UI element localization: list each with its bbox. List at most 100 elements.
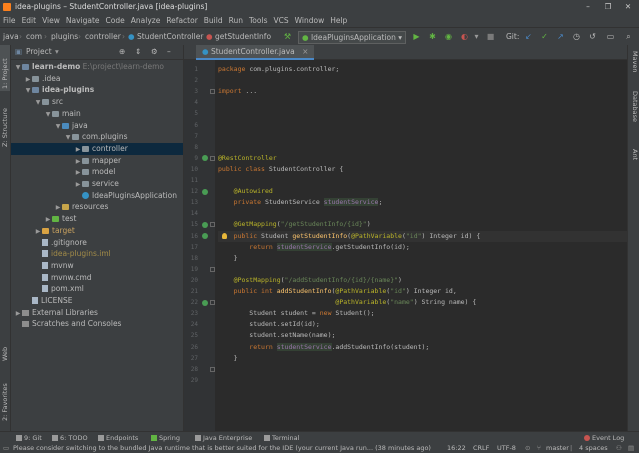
code-line[interactable] (218, 208, 627, 219)
git-update-icon[interactable]: ↙ (522, 30, 535, 43)
tree-item[interactable]: ▶ test (11, 213, 183, 225)
git-push-icon[interactable]: ↗ (554, 30, 567, 43)
debug-icon[interactable]: ✱ (426, 30, 439, 43)
intention-bulb-icon[interactable] (222, 233, 227, 239)
indent-setting[interactable]: 4 spaces (579, 444, 608, 453)
code-line[interactable]: } (218, 353, 627, 364)
spring-bean-gutter-icon[interactable] (202, 188, 208, 195)
code-line[interactable] (218, 175, 627, 186)
project-panel-title[interactable]: Project (26, 45, 52, 59)
code-line[interactable]: } (218, 253, 627, 264)
collapse-all-icon[interactable]: ⇕ (135, 45, 141, 59)
code-line[interactable]: public Student getStudentInfo(@PathVaria… (218, 230, 627, 242)
code-line[interactable]: @PathVariable("name") String name) { (218, 297, 627, 308)
breadcrumb-java[interactable]: java (3, 28, 19, 45)
fold-marker-icon[interactable] (210, 366, 215, 372)
spring-bean-gutter-icon[interactable] (202, 233, 208, 239)
tree-item[interactable]: ▶ mapper (11, 155, 183, 167)
tree-item[interactable]: ▼ idea-plugins (11, 84, 183, 96)
history-icon[interactable]: ◷ (570, 30, 583, 43)
tree-item[interactable]: ▼ com.plugins (11, 131, 183, 143)
tree-item[interactable]: idea-plugins.iml (11, 248, 183, 260)
code-line[interactable]: return studentService.addStudentInfo(stu… (218, 342, 627, 353)
tree-item[interactable]: ▶ target (11, 225, 183, 237)
tree-item[interactable]: LICENSE (11, 295, 183, 307)
endpoints-tool-button[interactable]: Endpoints (98, 432, 138, 444)
code-line[interactable] (218, 97, 627, 108)
code-line[interactable]: public class StudentController { (218, 164, 627, 175)
stop-icon[interactable]: ■ (484, 30, 497, 43)
menu-view[interactable]: View (39, 14, 63, 27)
git-commit-icon[interactable]: ✓ (538, 30, 551, 43)
code-line[interactable]: student.setId(id); (218, 319, 627, 330)
code-line[interactable]: @GetMapping("/getStudentInfo/{id}") (218, 219, 627, 230)
favorites-tool-tab[interactable]: 2: Favorites (0, 375, 10, 423)
ant-tool-tab[interactable]: Ant (628, 147, 639, 167)
spring-bean-gutter-icon[interactable] (202, 221, 208, 228)
code-line[interactable] (218, 131, 627, 142)
code-line[interactable]: Student student = new Student(); (218, 308, 627, 319)
memory-indicator-icon[interactable]: ▤ (628, 444, 634, 453)
code-line[interactable] (218, 108, 627, 119)
spring-tool-button[interactable]: Spring (151, 432, 180, 444)
breadcrumb-getstudentinfo[interactable]: getStudentInfo (215, 28, 271, 45)
menu-analyze[interactable]: Analyze (128, 14, 164, 27)
file-encoding[interactable]: UTF-8 (497, 444, 516, 453)
breadcrumb-plugins[interactable]: plugins (51, 28, 78, 45)
caret-position[interactable]: 16:22 (447, 444, 466, 453)
tree-item[interactable]: Scratches and Consoles (11, 318, 183, 330)
status-toggle-icon[interactable]: ▭ (3, 444, 9, 453)
tree-item[interactable]: pom.xml (11, 283, 183, 295)
menu-edit[interactable]: Edit (19, 14, 40, 27)
rollback-icon[interactable]: ↺ (586, 30, 599, 43)
menu-refactor[interactable]: Refactor (163, 14, 200, 27)
code-line[interactable] (218, 264, 627, 275)
chevron-down-icon[interactable]: ▾ (55, 45, 59, 59)
code-line[interactable] (218, 364, 627, 375)
git-branch[interactable]: master (546, 444, 569, 453)
code-line[interactable]: student.setName(name); (218, 330, 627, 341)
run-icon[interactable]: ▶ (410, 30, 423, 43)
menu-code[interactable]: Code (103, 14, 128, 27)
tree-item[interactable]: mvnw (11, 260, 183, 272)
java-enterprise-tool-button[interactable]: Java Enterprise (195, 432, 252, 444)
project-tool-tab[interactable]: 1: Project (0, 45, 10, 91)
minimize-button[interactable]: – (578, 0, 598, 14)
inspector-icon[interactable]: ⚇ (616, 444, 622, 453)
hide-panel-icon[interactable]: – (167, 45, 171, 59)
close-button[interactable]: ✕ (618, 0, 638, 14)
tree-item[interactable]: IdeaPluginsApplication (11, 190, 183, 202)
code-line[interactable]: public int addStudentInfo(@PathVariable(… (218, 286, 627, 297)
tree-item[interactable]: ▼ java (11, 120, 183, 132)
search-icon[interactable]: ⌕ (622, 30, 635, 43)
fold-marker-icon[interactable] (210, 155, 215, 161)
spring-bean-gutter-icon[interactable] (202, 299, 208, 306)
gear-icon[interactable]: ⚙ (151, 45, 158, 59)
tree-item[interactable]: ▶ External Libraries (11, 307, 183, 319)
breadcrumb-com[interactable]: com (26, 28, 42, 45)
tree-item[interactable]: ▼ src (11, 96, 183, 108)
maximize-button[interactable]: ❐ (598, 0, 618, 14)
terminal-tool-button[interactable]: Terminal (264, 432, 299, 444)
menu-build[interactable]: Build (201, 14, 226, 27)
build-hammer-icon[interactable]: ⚒ (281, 30, 294, 43)
code-line[interactable]: package com.plugins.controller; (218, 64, 627, 75)
chevron-down-icon[interactable]: ▾ (470, 30, 483, 43)
web-tool-tab[interactable]: Web (0, 341, 10, 363)
coverage-icon[interactable]: ◉ (442, 30, 455, 43)
locate-file-icon[interactable]: ⊕ (119, 45, 125, 59)
code-line[interactable]: import ... (218, 86, 627, 97)
maven-tool-tab[interactable]: Maven (628, 49, 639, 79)
tree-item[interactable]: mvnw.cmd (11, 272, 183, 284)
tree-item[interactable]: ▶ service (11, 178, 183, 190)
database-tool-tab[interactable]: Database (628, 89, 639, 131)
breadcrumb-controller[interactable]: controller (85, 28, 121, 45)
code-line[interactable]: @Autowired (218, 186, 627, 197)
event-log-button[interactable]: Event Log (584, 432, 624, 444)
code-line[interactable] (218, 75, 627, 86)
code-line[interactable] (218, 142, 627, 153)
fold-marker-icon[interactable] (210, 266, 215, 272)
tree-item[interactable]: ▶ model (11, 166, 183, 178)
code-line[interactable]: @PostMapping("/addStudentInfo/{id}/{name… (218, 275, 627, 286)
status-message[interactable]: Please consider switching to the bundled… (13, 444, 438, 453)
